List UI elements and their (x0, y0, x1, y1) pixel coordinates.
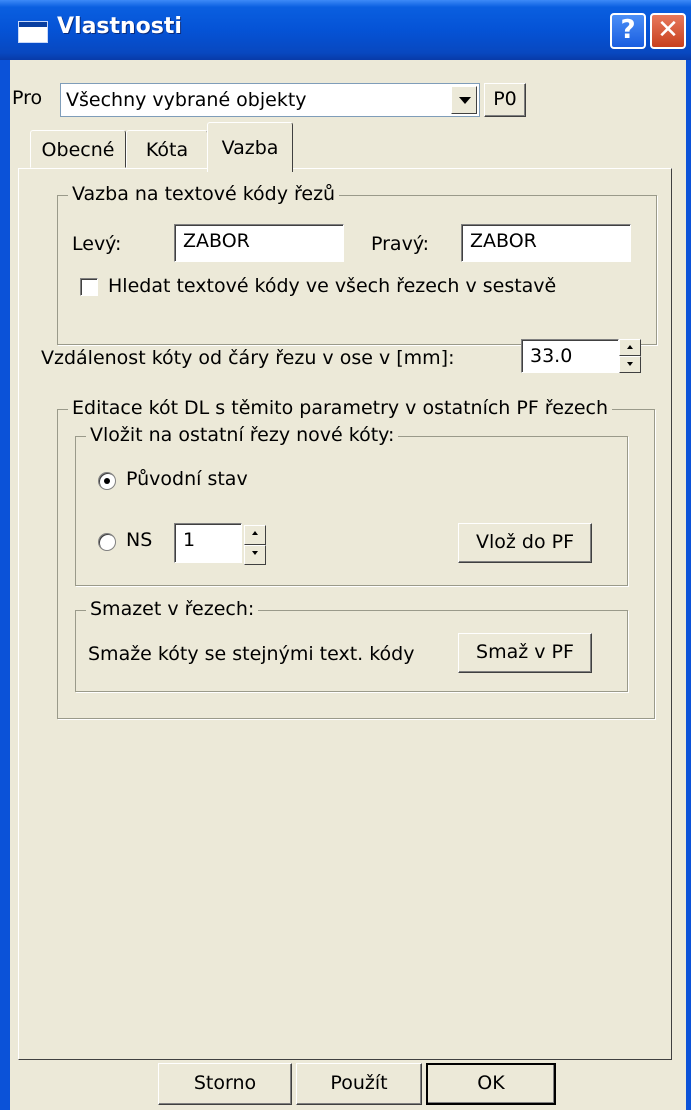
text-codes-group-title: Vazba na textové kódy řezů (68, 183, 340, 205)
p0-button[interactable]: P0 (484, 83, 526, 117)
delete-in-pf-label: Smaž v PF (476, 641, 574, 663)
object-scope-select[interactable]: Všechny vybrané objekty (60, 83, 480, 117)
pro-label: Pro (12, 87, 43, 109)
window-border-left (0, 60, 10, 1110)
delete-dimensions-group: Smazet v řezech: Smaže kóty se stejnými … (75, 598, 628, 692)
window-border-right (686, 60, 691, 1110)
insert-dimensions-group: Vložit na ostatní řezy nové kóty: Původn… (75, 424, 628, 586)
delete-in-pf-button[interactable]: Smaž v PF (458, 633, 592, 673)
radio-selected-dot (104, 478, 110, 484)
tab-vazba[interactable]: Vazba (207, 122, 293, 172)
help-button[interactable]: ? (610, 13, 646, 49)
right-code-input[interactable]: ZABOR (461, 224, 631, 262)
ns-value-input[interactable]: 1 (174, 523, 242, 563)
radio-ns[interactable] (98, 533, 116, 551)
text-codes-group: Vazba na textové kódy řezů Levý: ZABOR P… (57, 183, 657, 345)
tab-obecne[interactable]: Obecné (30, 130, 126, 168)
tab-vazba-label: Vazba (221, 137, 279, 159)
tab-obecne-label: Obecné (41, 139, 115, 161)
left-code-value: ZABOR (183, 230, 250, 252)
object-scope-value: Všechny vybrané objekty (66, 89, 307, 111)
edit-dimensions-group-title: Editace kót DL s těmito parametry v osta… (68, 397, 613, 419)
radio-original-state-label[interactable]: Původní stav (126, 468, 248, 490)
radio-original-state[interactable] (98, 472, 116, 490)
p0-button-label: P0 (493, 88, 517, 110)
delete-dimensions-group-title: Smazet v řezech: (86, 598, 259, 620)
distance-value: 33.0 (530, 345, 573, 367)
properties-dialog: Vlastnosti ? ✕ Pro Všechny vybrané objek… (0, 0, 691, 1110)
edit-dimensions-group: Editace kót DL s těmito parametry v osta… (57, 397, 655, 719)
insert-to-pf-label: Vlož do PF (475, 531, 575, 553)
distance-spinner[interactable] (619, 339, 641, 373)
ok-label: OK (477, 1072, 505, 1094)
window-icon (18, 21, 48, 43)
delete-description: Smaže kóty se stejnými text. kódy (88, 643, 415, 665)
chevron-down-icon[interactable] (451, 86, 477, 114)
tab-kota[interactable]: Kóta (126, 130, 208, 168)
close-button[interactable]: ✕ (650, 13, 686, 49)
title-bar[interactable]: Vlastnosti ? ✕ (0, 0, 691, 60)
right-code-value: ZABOR (470, 230, 537, 252)
distance-label: Vzdálenost kóty od čáry řezu v ose v [mm… (41, 347, 455, 369)
search-all-sections-label[interactable]: Hledat textové kódy ve všech řezech v se… (108, 275, 556, 297)
spin-down-icon[interactable] (619, 356, 641, 373)
tab-kota-label: Kóta (145, 139, 189, 161)
ns-spinner[interactable] (244, 525, 266, 565)
cancel-button[interactable]: Storno (158, 1063, 292, 1105)
spin-down-icon[interactable] (244, 545, 266, 565)
radio-ns-label[interactable]: NS (126, 529, 152, 551)
distance-input[interactable]: 33.0 (521, 339, 619, 373)
spin-up-icon[interactable] (244, 525, 266, 545)
right-code-label: Pravý: (371, 233, 430, 255)
left-code-input[interactable]: ZABOR (174, 224, 344, 262)
apply-label: Použít (330, 1072, 388, 1094)
tab-panel-vazba: Vazba na textové kódy řezů Levý: ZABOR P… (18, 168, 672, 1060)
cancel-label: Storno (193, 1072, 257, 1094)
search-all-sections-checkbox[interactable] (80, 278, 98, 296)
ns-value: 1 (183, 529, 196, 551)
insert-dimensions-group-title: Vložit na ostatní řezy nové kóty: (86, 424, 399, 446)
window-title: Vlastnosti (57, 14, 182, 39)
apply-button[interactable]: Použít (296, 1063, 422, 1105)
insert-to-pf-button[interactable]: Vlož do PF (458, 523, 592, 563)
spin-up-icon[interactable] (619, 339, 641, 356)
left-code-label: Levý: (72, 233, 122, 255)
ok-button[interactable]: OK (426, 1063, 556, 1105)
